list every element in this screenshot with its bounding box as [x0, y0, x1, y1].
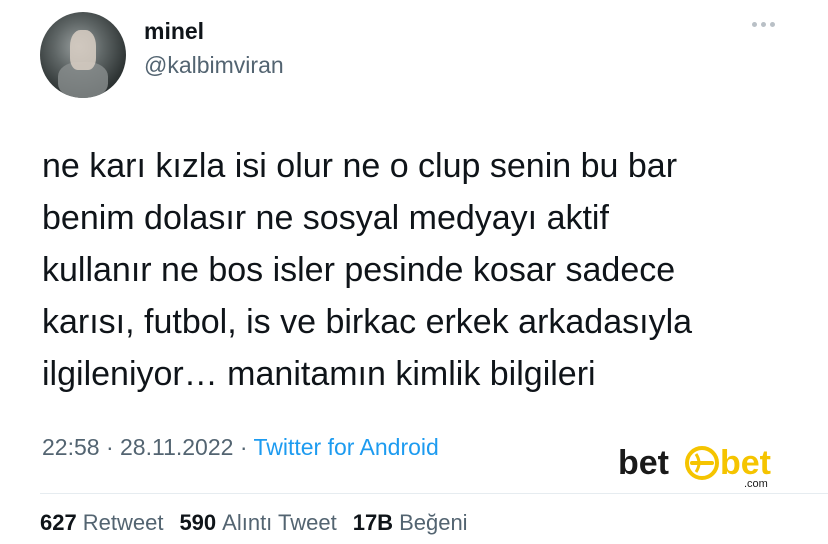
tweet-source-link[interactable]: Twitter for Android — [253, 434, 438, 460]
likes-stat[interactable]: 17B Beğeni — [353, 510, 468, 536]
watermark-ball-icon — [685, 446, 719, 480]
tweet-text-line: ne karı kızla isi olur ne o clup senin b… — [42, 147, 678, 185]
avatar-figure — [70, 30, 96, 70]
likes-count: 17B — [352, 510, 394, 535]
quotes-stat[interactable]: 590 Alıntı Tweet — [179, 510, 336, 536]
quotes-count: 590 — [179, 510, 217, 535]
meta-separator: · — [239, 434, 248, 460]
tweet-text-line: ilgileniyor… manitamın kimlik bilgileri — [42, 355, 596, 393]
tweet-meta: 22:58 · 28.11.2022 · Twitter for Android — [42, 434, 439, 461]
tweet-date[interactable]: 28.11.2022 — [120, 434, 233, 460]
watermark-suffix: .com — [744, 478, 768, 490]
retweets-stat[interactable]: 627 Retweet — [40, 510, 163, 536]
avatar[interactable] — [40, 12, 126, 98]
more-options-icon[interactable] — [752, 22, 775, 27]
tweet-text: ne karı kızla isi olur ne o clup senin b… — [42, 140, 802, 400]
more-dot — [770, 22, 775, 27]
divider — [40, 493, 828, 494]
meta-separator: · — [105, 434, 114, 460]
likes-label: Beğeni — [399, 510, 468, 535]
author-name[interactable]: minel — [144, 18, 204, 45]
quotes-label: Alıntı Tweet — [222, 510, 337, 535]
tweet-text-line: kullanır ne bos isler pesinde kosar sade… — [42, 251, 676, 289]
retweets-label: Retweet — [82, 510, 164, 535]
betebet-watermark-logo: bet bet .com — [618, 444, 771, 490]
tweet-card: minel @kalbimviran ne karı kızla isi olu… — [0, 0, 828, 544]
tweet-time[interactable]: 22:58 — [42, 434, 100, 460]
tweet-text-line: benim dolasır ne sosyal medyayı aktif — [42, 199, 609, 237]
more-dot — [752, 22, 757, 27]
retweets-count: 627 — [40, 510, 77, 535]
watermark-right: bet — [720, 444, 771, 482]
more-dot — [761, 22, 766, 27]
engagement-stats: 627 Retweet 590 Alıntı Tweet 17B Beğeni — [40, 510, 468, 536]
author-handle[interactable]: @kalbimviran — [144, 52, 284, 79]
watermark-left: bet — [618, 444, 669, 482]
tweet-text-line: karısı, futbol, is ve birkac erkek arkad… — [42, 303, 693, 341]
